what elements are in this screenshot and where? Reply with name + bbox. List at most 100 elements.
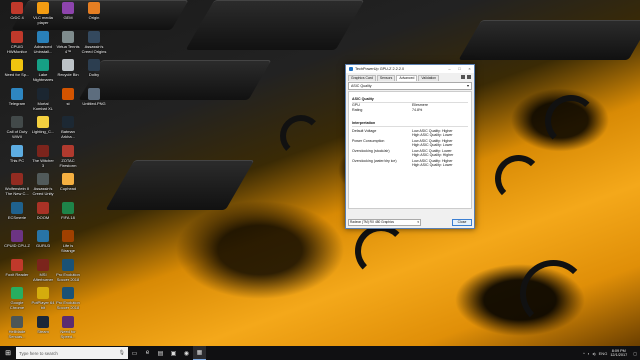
notifications-icon[interactable]: ▢ (633, 351, 637, 356)
desktop-icon[interactable]: Assassin's Creed Origins (79, 30, 109, 62)
interpretation-row: Default Voltage Low ASIC Quality: Higher … (352, 129, 468, 137)
row-key: Overclocking (stock/air) (352, 149, 390, 153)
gpu-select[interactable]: Radeon (TM) RX 480 Graphics ▾ (348, 219, 421, 226)
desktop-icon[interactable]: Batman Arkha... (53, 116, 83, 147)
tab-sensors[interactable]: Sensors (376, 75, 396, 81)
row-value: Low ASIC Quality: Lower High ASIC Qualit… (412, 149, 454, 157)
wallpaper-swirl (520, 260, 587, 327)
row-key: Default Voltage (352, 129, 377, 133)
game-icon (62, 258, 74, 271)
desktop-icon-label: Need for Speed... (60, 328, 76, 339)
desktop-icon[interactable]: Need for Speed... (53, 315, 83, 347)
close-button[interactable]: Close (452, 219, 472, 226)
system-tray: ^ ▪ ◂) ENG 8:09 PM 12/1/2017 ▢ (583, 349, 640, 358)
row-value: Low ASIC Quality: Higher High ASIC Quali… (412, 139, 453, 147)
interpretation-row: Overclocking (stock/air) Low ASIC Quality… (352, 149, 468, 157)
tab-validation[interactable]: Validation (418, 75, 440, 81)
desktop-wallpaper: CrDC 4 VLC media player GEM Origin CPUID HWM… (0, 0, 640, 346)
game-icon (88, 30, 100, 43)
game-icon (62, 30, 74, 43)
wallpaper-swirl (495, 155, 542, 202)
steam-icon (37, 315, 49, 328)
gpuz-app-icon (349, 67, 353, 71)
desktop-icon-label: Assassin's Creed Origins (81, 43, 107, 54)
toolbar-icons (459, 75, 471, 79)
recycle-bin-icon (62, 59, 74, 71)
maximize-button[interactable]: □ (455, 66, 464, 71)
edge-icon[interactable]: e (141, 346, 154, 360)
telegram-icon (11, 87, 23, 100)
camera-icon[interactable] (461, 75, 465, 79)
wallpaper-tile (185, 0, 365, 50)
network-icon[interactable]: ▪ (588, 351, 589, 356)
wallpaper-swirl (545, 95, 597, 147)
gpuz-window[interactable]: TechPowerUp GPU-Z 2.2.2.0 – □ × Graphics… (345, 64, 475, 229)
origin-icon (88, 2, 100, 14)
store-icon[interactable]: ▣ (167, 346, 180, 360)
game-icon (37, 201, 49, 214)
info-row: Rating 74.8% (352, 108, 468, 113)
hwmonitor-icon (11, 30, 23, 43)
task-view-icon[interactable]: ▭ (128, 346, 141, 360)
close-window-button[interactable]: × (465, 66, 474, 71)
row-key: Rating (352, 108, 363, 112)
desktop-icon[interactable]: Life is Strange (53, 230, 83, 261)
desktop-icon[interactable]: Cuphead (53, 173, 83, 204)
chrome-icon (11, 287, 23, 299)
clock[interactable]: 8:09 PM 12/1/2017 (610, 349, 627, 358)
desktop-icon[interactable]: Pro Evolution Soccer 2018 (53, 287, 83, 318)
language-indicator[interactable]: ENG (599, 351, 608, 356)
tab-graphics-card[interactable]: Graphics Card (348, 75, 376, 81)
window-title: TechPowerUp GPU-Z 2.2.2.0 (355, 67, 405, 71)
desktop-icon[interactable]: ZOTAC Firestorm (53, 144, 83, 176)
menu-icon[interactable] (467, 75, 471, 79)
row-value: Low ASIC Quality: Higher High ASIC Quali… (412, 129, 453, 137)
app-icon (62, 2, 74, 14)
foxit-icon (11, 258, 23, 271)
cpuz-icon (11, 230, 23, 242)
interpretation-list: Default Voltage Low ASIC Quality: Higher … (352, 129, 468, 167)
wallpaper-tile (105, 160, 255, 210)
desktop-icon-label: Pro Evolution Soccer 2018 (56, 300, 80, 310)
chrome-taskbar-icon[interactable]: ◉ (180, 346, 193, 360)
desktop-icon[interactable]: Dolby (79, 59, 109, 90)
desktop-icon[interactable]: Untitled.PNG (79, 87, 109, 119)
desktop-icon[interactable]: FIFA 18 (53, 201, 83, 233)
interpretation-row: Overclocking (water/dry ice) Low ASIC Qua… (352, 159, 468, 167)
start-button[interactable]: ⊞ (0, 346, 16, 360)
search-box[interactable]: Type here to search 🎙 (16, 347, 128, 359)
game-icon (37, 144, 49, 157)
clock-date: 12/1/2017 (610, 353, 628, 357)
game-icon (11, 173, 23, 185)
row-value: Low ASIC Quality: Higher High ASIC Quali… (412, 159, 453, 167)
chevron-down-icon: ▾ (417, 220, 419, 224)
game-icon (37, 173, 49, 185)
gpuz-taskbar-icon[interactable]: ▦ (193, 346, 206, 360)
desktop-icon-label: Batman Arkha... (61, 129, 75, 139)
desktop-icon[interactable]: Pro Evolution Soccer 2018 (53, 258, 83, 290)
desktop-icon-label: Life is Strange (60, 243, 75, 253)
gpu-select-value: Radeon (TM) RX 480 Graphics (350, 220, 394, 224)
row-value: 74.8% (412, 108, 423, 112)
game-icon (62, 173, 74, 185)
tab-bar: Graphics Card Sensors Advanced Validatio… (346, 73, 474, 81)
game-icon (37, 59, 49, 71)
desktop-icon[interactable]: Origin (79, 2, 109, 33)
chevron-down-icon: ▾ (466, 83, 469, 88)
window-titlebar[interactable]: TechPowerUp GPU-Z 2.2.2.0 – □ × (346, 65, 474, 73)
microphone-icon[interactable]: 🎙 (119, 350, 125, 356)
desktop-icon-label: Cuphead (59, 186, 77, 191)
volume-icon[interactable]: ◂) (592, 351, 595, 356)
tab-advanced[interactable]: Advanced (396, 75, 418, 81)
desktop-icon-label: Untitled.PNG (82, 100, 106, 106)
game-icon (11, 116, 23, 128)
tray-expand-icon[interactable]: ^ (583, 351, 585, 356)
category-value: ASIC Quality (351, 84, 372, 88)
category-dropdown[interactable]: ASIC Quality ▾ (348, 82, 472, 90)
game-icon (62, 201, 74, 214)
desktop-icon-label: FIFA 18 (61, 214, 75, 220)
minimize-button[interactable]: – (445, 66, 454, 71)
file-explorer-icon[interactable]: ▤ (154, 346, 167, 360)
interpretation-row: Power Consumption Low ASIC Quality: Highe… (352, 139, 468, 147)
game-icon (62, 230, 74, 242)
